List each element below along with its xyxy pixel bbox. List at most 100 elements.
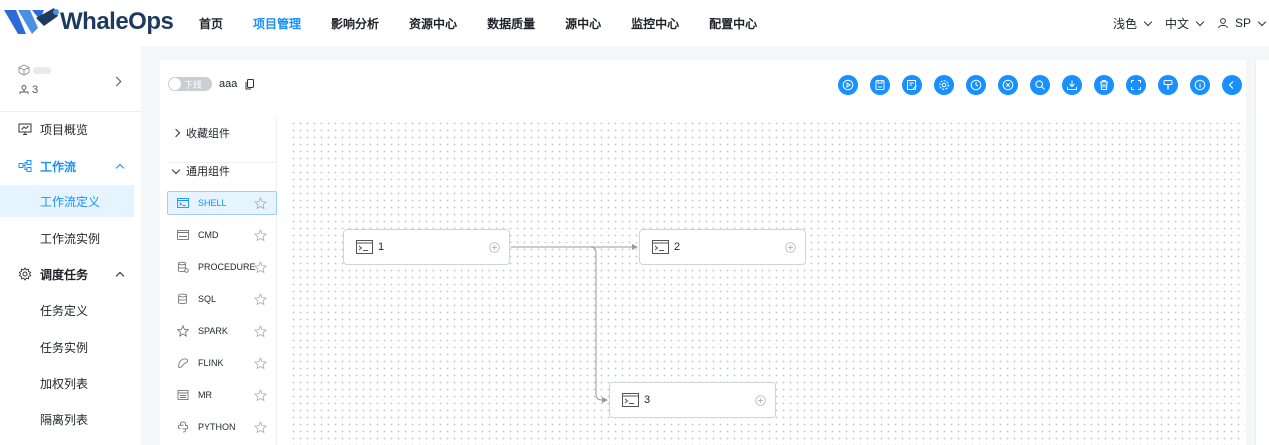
sidebar-item-workflow-definition[interactable]: 工作流定义: [0, 185, 134, 217]
whale-logo-icon: [4, 8, 59, 34]
user-dropdown[interactable]: SP: [1217, 16, 1267, 30]
component-spark[interactable]: SPARK: [167, 319, 277, 343]
component-palette: 收藏组件 通用组件 SHELL CMD PROCEDURE SQL SPARK …: [167, 118, 277, 445]
node-label: 1: [378, 241, 385, 253]
sidebar-item-label: 工作流: [40, 159, 77, 174]
theme-label: 浅色: [1112, 16, 1137, 31]
component-label: FLINK: [198, 358, 224, 368]
sidebar-item-task-instance[interactable]: 任务实例: [0, 331, 141, 363]
trash-icon[interactable]: [1094, 75, 1114, 95]
main-nav: 首页 项目管理 影响分析 资源中心 数据质量 源中心 监控中心 配置中心: [199, 0, 787, 46]
plus-circle-icon[interactable]: [489, 242, 500, 253]
node-label: 3: [644, 394, 651, 406]
common-group[interactable]: 通用组件: [167, 156, 277, 186]
format-icon[interactable]: [1158, 75, 1178, 95]
fullscreen-icon[interactable]: [1126, 75, 1146, 95]
star-icon[interactable]: [254, 261, 267, 274]
terminal-icon: [652, 240, 669, 254]
python-icon: [177, 421, 189, 433]
user-name: SP: [1234, 16, 1251, 30]
clock-icon[interactable]: [966, 75, 986, 95]
online-toggle[interactable]: 下线: [168, 77, 212, 91]
nav-item-project[interactable]: 项目管理: [253, 15, 301, 32]
sidebar-item-overview[interactable]: 项目概览: [0, 113, 141, 145]
terminal-icon: [356, 240, 373, 254]
flink-icon: [178, 358, 189, 368]
component-sql[interactable]: SQL: [167, 287, 277, 311]
download-icon[interactable]: [1062, 75, 1082, 95]
project-switcher[interactable]: 3: [0, 54, 141, 112]
edit-icon[interactable]: [902, 75, 922, 95]
edge-1-3: [511, 246, 608, 403]
dag-node[interactable]: 3: [609, 382, 776, 418]
component-cmd[interactable]: CMD: [167, 223, 277, 247]
database-icon: [178, 293, 187, 305]
theme-dropdown[interactable]: 浅色: [1112, 15, 1153, 32]
sidebar-item-label: 项目概览: [40, 122, 89, 137]
plus-circle-icon[interactable]: [755, 395, 766, 406]
search-icon[interactable]: [1030, 75, 1050, 95]
component-shell[interactable]: SHELL: [167, 191, 277, 215]
editor-header: 下线 aaa: [168, 77, 255, 91]
sidebar-item-task-definition[interactable]: 任务定义: [0, 294, 141, 326]
component-flink[interactable]: FLINK: [167, 351, 277, 375]
terminal-icon: [177, 198, 189, 208]
sidebar-item-workflow-instance[interactable]: 工作流实例: [0, 222, 141, 254]
copy-icon[interactable]: [245, 78, 255, 90]
save-icon[interactable]: [870, 75, 890, 95]
top-bar: WhaleOps 首页 项目管理 影响分析 资源中心 数据质量 源中心 监控中心…: [0, 0, 1269, 46]
close-circle-icon[interactable]: [998, 75, 1018, 95]
component-procedure[interactable]: PROCEDURE: [167, 255, 277, 279]
cmd-icon: [177, 230, 189, 240]
nav-item-impact[interactable]: 影响分析: [331, 15, 379, 32]
star-icon[interactable]: [254, 357, 267, 370]
star-icon[interactable]: [254, 325, 267, 338]
component-label: CMD: [198, 230, 219, 240]
favorites-group[interactable]: 收藏组件: [167, 118, 277, 148]
back-icon[interactable]: [1222, 75, 1242, 95]
chevron-down-icon: [1195, 17, 1205, 26]
sidebar-item-weighted-list[interactable]: 加权列表: [0, 367, 141, 399]
top-right-actions: 浅色 中文 SP: [1099, 0, 1267, 46]
nav-item-home[interactable]: 首页: [199, 15, 223, 32]
mr-icon: [177, 390, 189, 400]
sidebar-group-workflow[interactable]: 工作流: [0, 150, 141, 182]
favorites-group-label: 收藏组件: [186, 128, 230, 140]
nav-item-monitor[interactable]: 监控中心: [631, 15, 679, 32]
star-icon[interactable]: [254, 421, 267, 434]
toggle-knob: [169, 78, 181, 90]
sidebar-group-schedule[interactable]: 调度任务: [0, 258, 141, 290]
dag-canvas[interactable]: 1 2 3: [290, 120, 1245, 445]
brand-logo[interactable]: WhaleOps: [2, 4, 174, 40]
sidebar-item-isolation-list[interactable]: 隔离列表: [0, 403, 141, 435]
star-icon[interactable]: [254, 293, 267, 306]
sidebar-item-label: 调度任务: [40, 267, 89, 282]
info-icon[interactable]: [1190, 75, 1210, 95]
component-python[interactable]: PYTHON: [167, 415, 277, 439]
star-icon[interactable]: [254, 389, 267, 402]
chevron-right-icon[interactable]: [111, 76, 122, 87]
sidebar-item-label: 任务实例: [40, 340, 89, 355]
nav-item-config[interactable]: 配置中心: [709, 15, 757, 32]
chevron-up-icon: [115, 271, 125, 281]
language-label: 中文: [1164, 16, 1189, 31]
language-dropdown[interactable]: 中文: [1164, 15, 1205, 32]
play-icon[interactable]: [838, 75, 858, 95]
sidebar-item-label: 工作流定义: [40, 194, 101, 209]
star-icon[interactable]: [254, 197, 267, 210]
editor-toolbar: [838, 75, 1246, 95]
nav-item-quality[interactable]: 数据质量: [487, 15, 535, 32]
dag-node[interactable]: 1: [343, 229, 510, 265]
nav-item-datasource[interactable]: 源中心: [565, 15, 601, 32]
workflow-editor: 下线 aaa 收藏组件 通用组件 SHELL CMD PROCEDURE SQL…: [160, 60, 1246, 445]
spark-icon: [177, 325, 189, 337]
component-mr[interactable]: MR: [167, 383, 277, 407]
plus-circle-icon[interactable]: [785, 242, 796, 253]
nav-item-resource[interactable]: 资源中心: [409, 15, 457, 32]
project-name-redacted: [33, 67, 51, 74]
dag-node[interactable]: 2: [639, 229, 806, 265]
gear-icon[interactable]: [934, 75, 954, 95]
procedure-icon: [178, 261, 189, 273]
star-icon[interactable]: [254, 229, 267, 242]
terminal-icon: [622, 393, 639, 407]
